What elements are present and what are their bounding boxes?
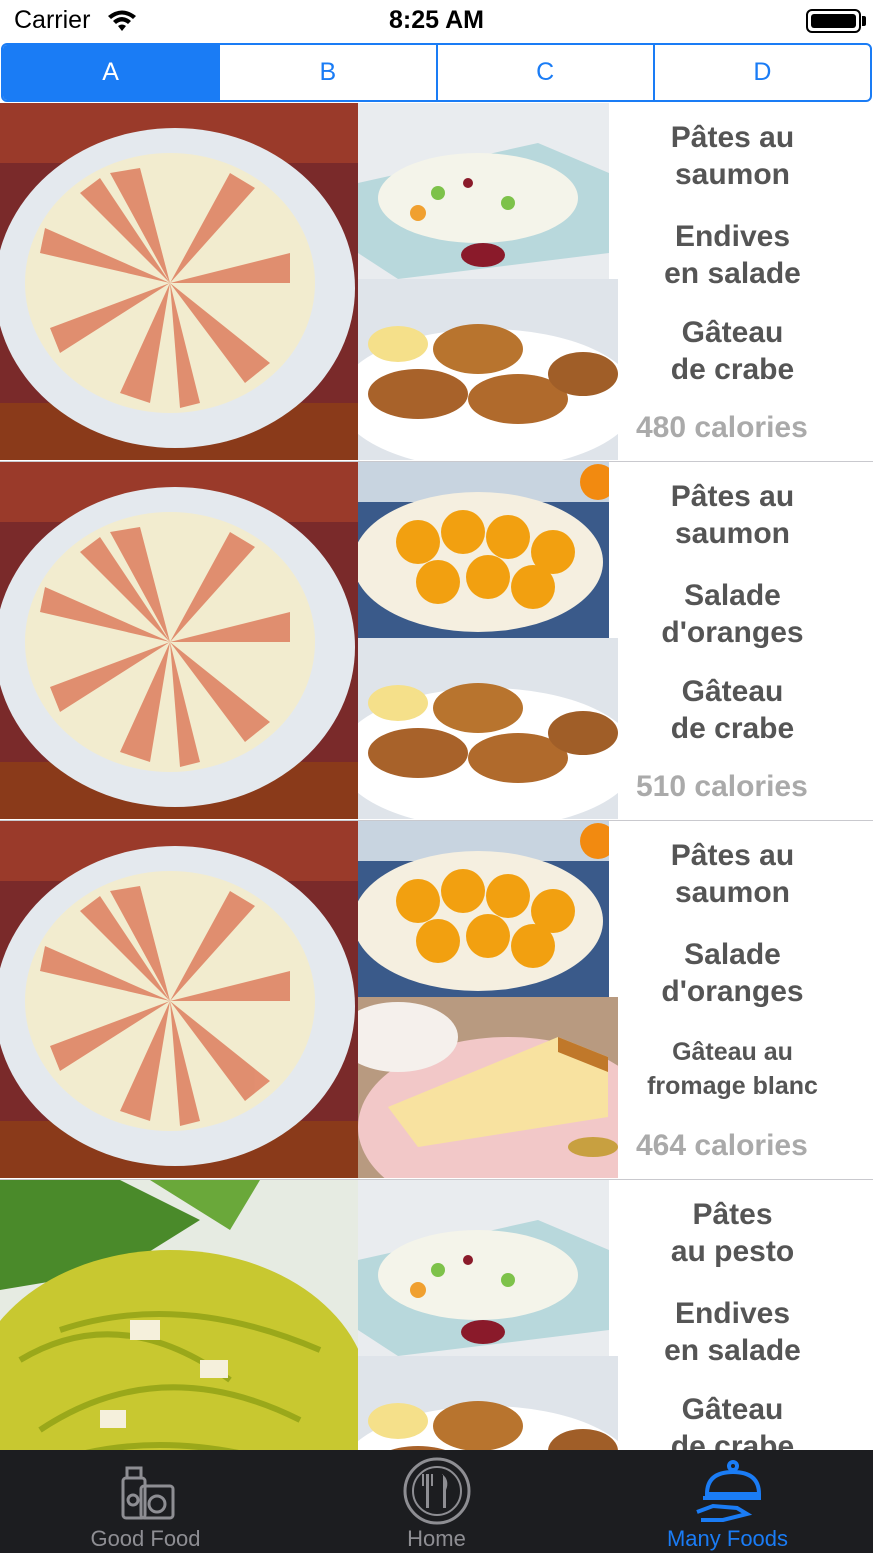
dish-line: Pâtes au: [670, 839, 795, 872]
dish-names: Pâtes au pesto Endives en salade Gâteau de …: [620, 1180, 845, 1450]
dessert-name: Gâteau de crabe: [620, 1391, 845, 1450]
tab-bar: Good Food Home Many Foods: [0, 1450, 873, 1553]
tab-label: Good Food: [90, 1526, 201, 1551]
dish-line: Gâteau au: [672, 1038, 793, 1066]
dish-names: Pâtes au saumon Endives en salade Gâteau de…: [620, 103, 845, 403]
crab-cake-image: [358, 638, 618, 819]
segmented-control: A B C D: [1, 43, 872, 102]
status-bar: Carrier 8:25 AM: [0, 0, 873, 42]
segment-b[interactable]: B: [218, 45, 435, 100]
dish-line: fromage blanc: [647, 1072, 818, 1100]
dish-line: Endives: [674, 220, 791, 253]
dish-line: de crabe: [670, 1430, 795, 1450]
dish-line: Pâtes au: [670, 480, 795, 513]
main-dish-name: Pâtes au saumon: [620, 837, 845, 911]
dish-line: saumon: [674, 158, 791, 191]
main-dish-name: Pâtes au saumon: [620, 119, 845, 193]
salad-name: Salade d'oranges: [620, 577, 845, 651]
crab-cake-image: [358, 279, 618, 460]
tab-home[interactable]: Home: [291, 1450, 582, 1553]
crab-cake-image: [358, 1356, 618, 1450]
segment-c[interactable]: C: [435, 45, 653, 100]
tab-label: Home: [407, 1526, 466, 1551]
endive-salad-image: [358, 1180, 609, 1356]
salad-name: Endives en salade: [620, 218, 845, 292]
orange-salad-image: [358, 821, 609, 997]
menu-row[interactable]: Pâtes au saumon Salade d'oranges Gâteau au…: [0, 821, 873, 1180]
grocery-icon: [121, 1466, 174, 1520]
salmon-pasta-image: [0, 821, 358, 1178]
dish-line: en salade: [664, 257, 801, 290]
dish-names: Pâtes au saumon Salade d'oranges Gâteau au…: [620, 821, 845, 1121]
dish-line: au pesto: [670, 1235, 795, 1268]
dish-line: d'oranges: [661, 975, 804, 1008]
dish-line: Gâteau: [681, 675, 784, 708]
calories-label: 480 calories: [636, 411, 808, 444]
menu-row[interactable]: Pâtes au saumon Endives en salade Gâteau de…: [0, 103, 873, 462]
dish-names: Pâtes au saumon Salade d'oranges Gâteau de …: [620, 462, 845, 762]
dish-line: Salade: [684, 579, 781, 612]
dish-line: Salade: [684, 938, 781, 971]
main-dish-name: Pâtes au saumon: [620, 478, 845, 552]
clock: 8:25 AM: [389, 6, 484, 34]
main-dish-name: Pâtes au pesto: [620, 1196, 845, 1270]
segment-d[interactable]: D: [652, 45, 870, 100]
calories-label: 464 calories: [636, 1129, 808, 1162]
dish-line: Gâteau: [681, 316, 784, 349]
dish-line: Pâtes au: [670, 121, 795, 154]
segment-a[interactable]: A: [3, 45, 219, 100]
salmon-pasta-image: [0, 462, 358, 819]
dessert-name: Gâteau de crabe: [620, 314, 845, 388]
dish-line: en salade: [664, 1334, 801, 1367]
endive-salad-image: [358, 103, 609, 279]
dish-line: d'oranges: [661, 616, 804, 649]
salmon-pasta-image: [0, 103, 358, 460]
dessert-name: Gâteau de crabe: [620, 673, 845, 747]
dish-line: de crabe: [670, 353, 795, 386]
plate-cutlery-icon: [403, 1457, 470, 1525]
tab-label: Many Foods: [666, 1526, 789, 1551]
pesto-pasta-image: [0, 1180, 358, 1450]
menu-list[interactable]: Pâtes au saumon Endives en salade Gâteau de…: [0, 103, 873, 1450]
tab-many-foods[interactable]: Many Foods: [582, 1450, 873, 1553]
dish-line: de crabe: [670, 712, 795, 745]
battery-tip: [862, 16, 866, 26]
salad-name: Endives en salade: [620, 1295, 845, 1369]
cheesecake-image: [358, 997, 618, 1178]
dish-line: Endives: [674, 1297, 791, 1330]
battery-icon: [806, 9, 861, 33]
dish-line: saumon: [674, 876, 791, 909]
cloche-serving-icon: [695, 1460, 761, 1522]
salad-name: Salade d'oranges: [620, 936, 845, 1010]
dish-line: Pâtes: [692, 1198, 773, 1231]
tab-good-food[interactable]: Good Food: [0, 1450, 291, 1553]
dessert-name: Gâteau au fromage blanc: [620, 1035, 845, 1103]
menu-row[interactable]: Pâtes au pesto Endives en salade Gâteau de …: [0, 1180, 873, 1450]
calories-label: 510 calories: [636, 770, 808, 803]
orange-salad-image: [358, 462, 609, 638]
dish-line: saumon: [674, 517, 791, 550]
dish-line: Gâteau: [681, 1393, 784, 1426]
menu-row[interactable]: Pâtes au saumon Salade d'oranges Gâteau de …: [0, 462, 873, 821]
